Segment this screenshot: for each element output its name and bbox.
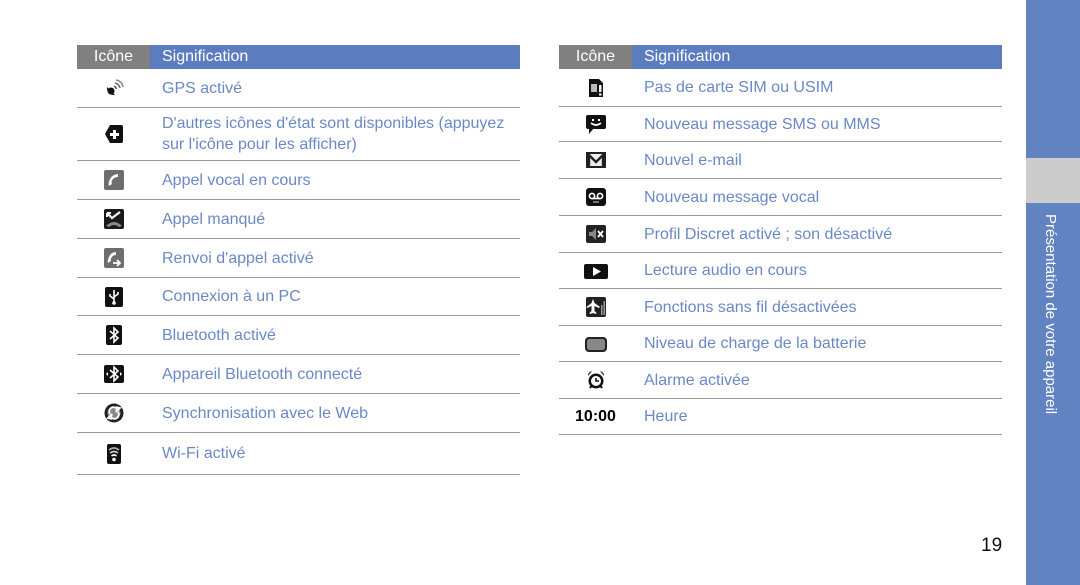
email-icon	[585, 152, 606, 168]
row-text: Nouveau message SMS ou MMS	[644, 115, 881, 133]
row-text: Bluetooth activé	[162, 326, 276, 344]
row-text: Appel manqué	[162, 210, 266, 228]
voicemail-icon	[585, 188, 606, 206]
bluetooth-connected-icon	[103, 365, 124, 383]
table-row: Wi-Fi activé	[77, 433, 520, 475]
header-meaning-column: Signification	[632, 45, 1002, 69]
row-text: D'autres icônes d'état sont disponibles …	[162, 115, 505, 153]
table-row: Nouveau message vocal	[559, 179, 1002, 216]
no-sim-icon	[588, 78, 603, 97]
table-header: Icône Signification	[559, 45, 1002, 69]
bluetooth-icon	[105, 325, 122, 345]
row-text: Niveau de charge de la batterie	[644, 335, 867, 352]
row-text: Fonctions sans fil désactivées	[644, 298, 857, 316]
table-row: Niveau de charge de la batterie	[559, 326, 1002, 362]
header-icon-column: Icône	[559, 45, 632, 69]
row-text: Wi-Fi activé	[162, 445, 246, 462]
row-text: Appareil Bluetooth connecté	[162, 365, 363, 383]
row-text: GPS activé	[162, 79, 243, 97]
gps-icon	[106, 79, 124, 96]
web-sync-icon	[104, 403, 123, 423]
header-meaning-column: Signification	[150, 45, 520, 69]
row-text: Alarme activée	[644, 371, 750, 389]
sms-icon	[585, 115, 606, 134]
more-status-icon	[104, 125, 123, 143]
chapter-title: Présentation de votre appareil	[1042, 214, 1059, 415]
table-row: 10:00 Heure	[559, 399, 1002, 435]
row-text: Nouvel e-mail	[644, 151, 742, 169]
row-text: Appel vocal en cours	[162, 171, 311, 189]
table-row: Connexion à un PC	[77, 278, 520, 316]
table-header: Icône Signification	[77, 45, 520, 69]
chapter-sidebar: Présentation de votre appareil	[1026, 0, 1080, 585]
row-text: Profil Discret activé ; son désactivé	[644, 225, 893, 243]
table-row: Profil Discret activé ; son désactivé	[559, 216, 1002, 253]
row-text: Heure	[644, 408, 688, 425]
call-forward-icon	[103, 248, 124, 268]
row-text: Connexion à un PC	[162, 288, 301, 305]
row-text: Lecture audio en cours	[644, 262, 807, 279]
mute-icon	[585, 225, 606, 243]
table-row: GPS activé	[77, 69, 520, 108]
status-icons-table-right: Icône Signification Pas de carte SIM ou …	[559, 45, 1002, 435]
airplane-mode-icon	[585, 297, 606, 317]
table-row: D'autres icônes d'état sont disponibles …	[77, 108, 520, 161]
play-icon	[583, 263, 608, 279]
table-row: Renvoi d'appel activé	[77, 239, 520, 278]
chapter-tab-marker	[1026, 158, 1080, 203]
wifi-icon	[106, 443, 121, 464]
missed-call-icon	[103, 209, 124, 229]
alarm-icon	[587, 371, 604, 389]
table-row: Appel manqué	[77, 200, 520, 239]
table-row: Nouveau message SMS ou MMS	[559, 107, 1002, 142]
table-row: Appareil Bluetooth connecté	[77, 355, 520, 394]
status-icons-table-left: Icône Signification GPS activé D'autres …	[77, 45, 520, 475]
usb-icon	[104, 286, 123, 307]
battery-icon	[584, 336, 607, 352]
row-text: Renvoi d'appel activé	[162, 249, 314, 267]
table-row: Synchronisation avec le Web	[77, 394, 520, 433]
header-icon-column: Icône	[77, 45, 150, 69]
table-row: Nouvel e-mail	[559, 142, 1002, 179]
page-number: 19	[981, 535, 1003, 556]
table-row: Lecture audio en cours	[559, 253, 1002, 289]
row-text: Pas de carte SIM ou USIM	[644, 79, 834, 96]
table-row: Bluetooth activé	[77, 316, 520, 355]
time-label: 10:00	[575, 407, 616, 425]
row-text: Nouveau message vocal	[644, 188, 820, 206]
table-row: Appel vocal en cours	[77, 161, 520, 200]
table-row: Fonctions sans fil désactivées	[559, 289, 1002, 326]
table-row: Pas de carte SIM ou USIM	[559, 69, 1002, 107]
voice-call-icon	[103, 170, 124, 190]
table-row: Alarme activée	[559, 362, 1002, 399]
row-text: Synchronisation avec le Web	[162, 404, 369, 422]
